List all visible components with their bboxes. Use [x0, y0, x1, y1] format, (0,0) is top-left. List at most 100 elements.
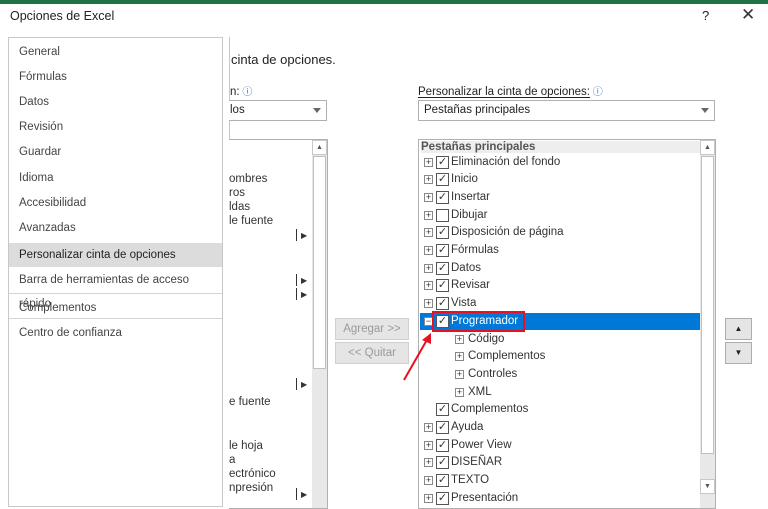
- checkbox[interactable]: ✓: [436, 173, 449, 187]
- checkbox[interactable]: ✓: [436, 403, 449, 417]
- commands-list-scrollbar[interactable]: ▲: [312, 140, 327, 508]
- highlight-box: [432, 311, 525, 332]
- sidebar-item[interactable]: Complementos: [9, 296, 222, 320]
- scroll-down-icon[interactable]: ▼: [700, 479, 715, 494]
- checkbox[interactable]: ✓: [436, 421, 449, 434]
- scroll-up-icon[interactable]: ▲: [700, 140, 715, 155]
- expand-icon[interactable]: +: [424, 458, 433, 468]
- commands-list[interactable]: ▲ ombres ros ldas le fuente e fuente le hoja a…: [229, 139, 328, 509]
- expand-icon[interactable]: +: [424, 493, 433, 503]
- submenu-arrow-icon: ▶: [295, 274, 308, 286]
- tree-item[interactable]: + ✓ Power View: [420, 437, 700, 455]
- scrollbar-thumb[interactable]: [313, 156, 326, 369]
- checkbox[interactable]: [436, 208, 449, 222]
- tree-item[interactable]: + XML: [420, 384, 700, 402]
- tree-item[interactable]: + ✓ TEXTO: [420, 472, 700, 490]
- help-button[interactable]: ?: [702, 8, 709, 23]
- expand-icon[interactable]: +: [424, 157, 433, 167]
- scroll-up-icon[interactable]: ▲: [312, 140, 327, 155]
- triangle-down-icon: ▼: [734, 348, 743, 357]
- tree-item[interactable]: + ✓ Fórmulas: [420, 242, 700, 260]
- tree-item[interactable]: + Controles: [420, 366, 700, 384]
- checkbox[interactable]: ✓: [436, 456, 449, 470]
- sidebar-item[interactable]: Accesibilidad: [9, 191, 222, 215]
- tree-item[interactable]: + ✓ Disposición de página: [420, 224, 700, 242]
- tree-item[interactable]: + ✓ Inicio: [420, 171, 700, 189]
- tree-item[interactable]: + ✓ Ayuda: [420, 419, 700, 437]
- checkbox[interactable]: ✓: [436, 226, 449, 240]
- sidebar-item[interactable]: Fórmulas: [9, 65, 222, 89]
- tree-item[interactable]: + ✓ Eliminación del fondo: [420, 154, 700, 172]
- command-item[interactable]: ros: [229, 187, 245, 199]
- scrollbar-thumb[interactable]: [701, 156, 714, 454]
- command-item[interactable]: le hoja: [229, 440, 263, 452]
- expand-icon[interactable]: +: [455, 352, 464, 362]
- expand-icon[interactable]: +: [424, 299, 433, 309]
- expand-icon[interactable]: +: [424, 228, 433, 238]
- tree-item-label: Insertar: [451, 190, 490, 203]
- command-item[interactable]: le fuente: [229, 215, 273, 227]
- tree-item[interactable]: + Dibujar: [420, 207, 700, 225]
- ribbon-tabs-dropdown[interactable]: Pestañas principales: [418, 100, 715, 121]
- tree-item-label: XML: [468, 385, 492, 398]
- tree-item[interactable]: + ✓ Datos: [420, 260, 700, 278]
- tree-item-label: Power View: [451, 438, 512, 451]
- tree-item[interactable]: ✓ Complementos: [420, 401, 700, 419]
- tree-item[interactable]: + ✓ Revisar: [420, 277, 700, 295]
- sidebar-item[interactable]: Barra de herramientas de acceso rápido: [9, 268, 222, 310]
- checkbox[interactable]: ✓: [436, 244, 449, 257]
- tree-item-label: Complementos: [451, 403, 529, 416]
- checkbox[interactable]: ✓: [436, 261, 449, 275]
- tree-item[interactable]: + Código: [420, 331, 700, 349]
- tree-item[interactable]: + ✓ DISEÑAR: [420, 454, 700, 472]
- sidebar-item[interactable]: Datos: [9, 90, 222, 114]
- commands-dropdown[interactable]: los: [229, 100, 327, 121]
- checkbox[interactable]: ✓: [436, 297, 449, 311]
- command-item[interactable]: npresión: [229, 482, 273, 494]
- sidebar-item[interactable]: Idioma: [9, 166, 222, 190]
- chevron-down-icon: [313, 108, 321, 113]
- command-item[interactable]: a: [229, 454, 235, 466]
- divider: [9, 293, 222, 294]
- expand-icon[interactable]: +: [424, 246, 433, 255]
- checkbox[interactable]: ✓: [436, 491, 449, 505]
- tree-item-label: Disposición de página: [451, 226, 564, 239]
- tree-item[interactable]: + Complementos: [420, 348, 700, 366]
- expand-icon[interactable]: +: [455, 334, 464, 344]
- move-down-button[interactable]: ▼: [725, 342, 752, 364]
- checkbox[interactable]: ✓: [436, 438, 449, 452]
- checkbox[interactable]: ✓: [436, 155, 449, 169]
- expand-icon[interactable]: +: [424, 175, 433, 185]
- tree-item-label: Vista: [451, 297, 477, 310]
- tree-scrollbar[interactable]: ▲ ▼: [700, 140, 715, 508]
- sidebar-item[interactable]: Guardar: [9, 140, 222, 164]
- sidebar-item[interactable]: General: [9, 40, 222, 64]
- expand-icon[interactable]: +: [424, 476, 433, 486]
- expand-icon[interactable]: +: [455, 387, 464, 397]
- tree-item-label: Complementos: [468, 350, 546, 363]
- tree-item[interactable]: + ✓ Presentación: [420, 490, 700, 508]
- tree-item-label: Controles: [468, 367, 518, 380]
- command-item[interactable]: ombres: [229, 173, 267, 185]
- expand-icon[interactable]: +: [424, 210, 433, 220]
- command-item[interactable]: e fuente: [229, 396, 271, 408]
- close-button[interactable]: ✕: [741, 5, 755, 25]
- expand-icon[interactable]: +: [424, 192, 433, 202]
- sidebar-item[interactable]: Personalizar cinta de opciones: [9, 243, 222, 267]
- command-item[interactable]: ldas: [229, 201, 250, 213]
- sidebar-item[interactable]: Revisión: [9, 115, 222, 139]
- expand-icon[interactable]: +: [424, 281, 433, 291]
- command-item[interactable]: ectrónico: [229, 468, 276, 480]
- checkbox[interactable]: ✓: [436, 190, 449, 204]
- sidebar-item[interactable]: Centro de confianza: [9, 321, 222, 345]
- checkbox[interactable]: ✓: [436, 474, 449, 488]
- expand-icon[interactable]: +: [424, 440, 433, 450]
- expand-icon[interactable]: +: [424, 263, 433, 273]
- tree-item[interactable]: + ✓ Insertar: [420, 189, 700, 207]
- expand-icon[interactable]: +: [455, 369, 464, 379]
- sidebar-item[interactable]: Avanzadas: [9, 216, 222, 240]
- tree-header: Pestañas principales: [421, 141, 701, 153]
- expand-icon[interactable]: +: [424, 423, 433, 432]
- move-up-button[interactable]: ▲: [725, 318, 752, 340]
- checkbox[interactable]: ✓: [436, 279, 449, 293]
